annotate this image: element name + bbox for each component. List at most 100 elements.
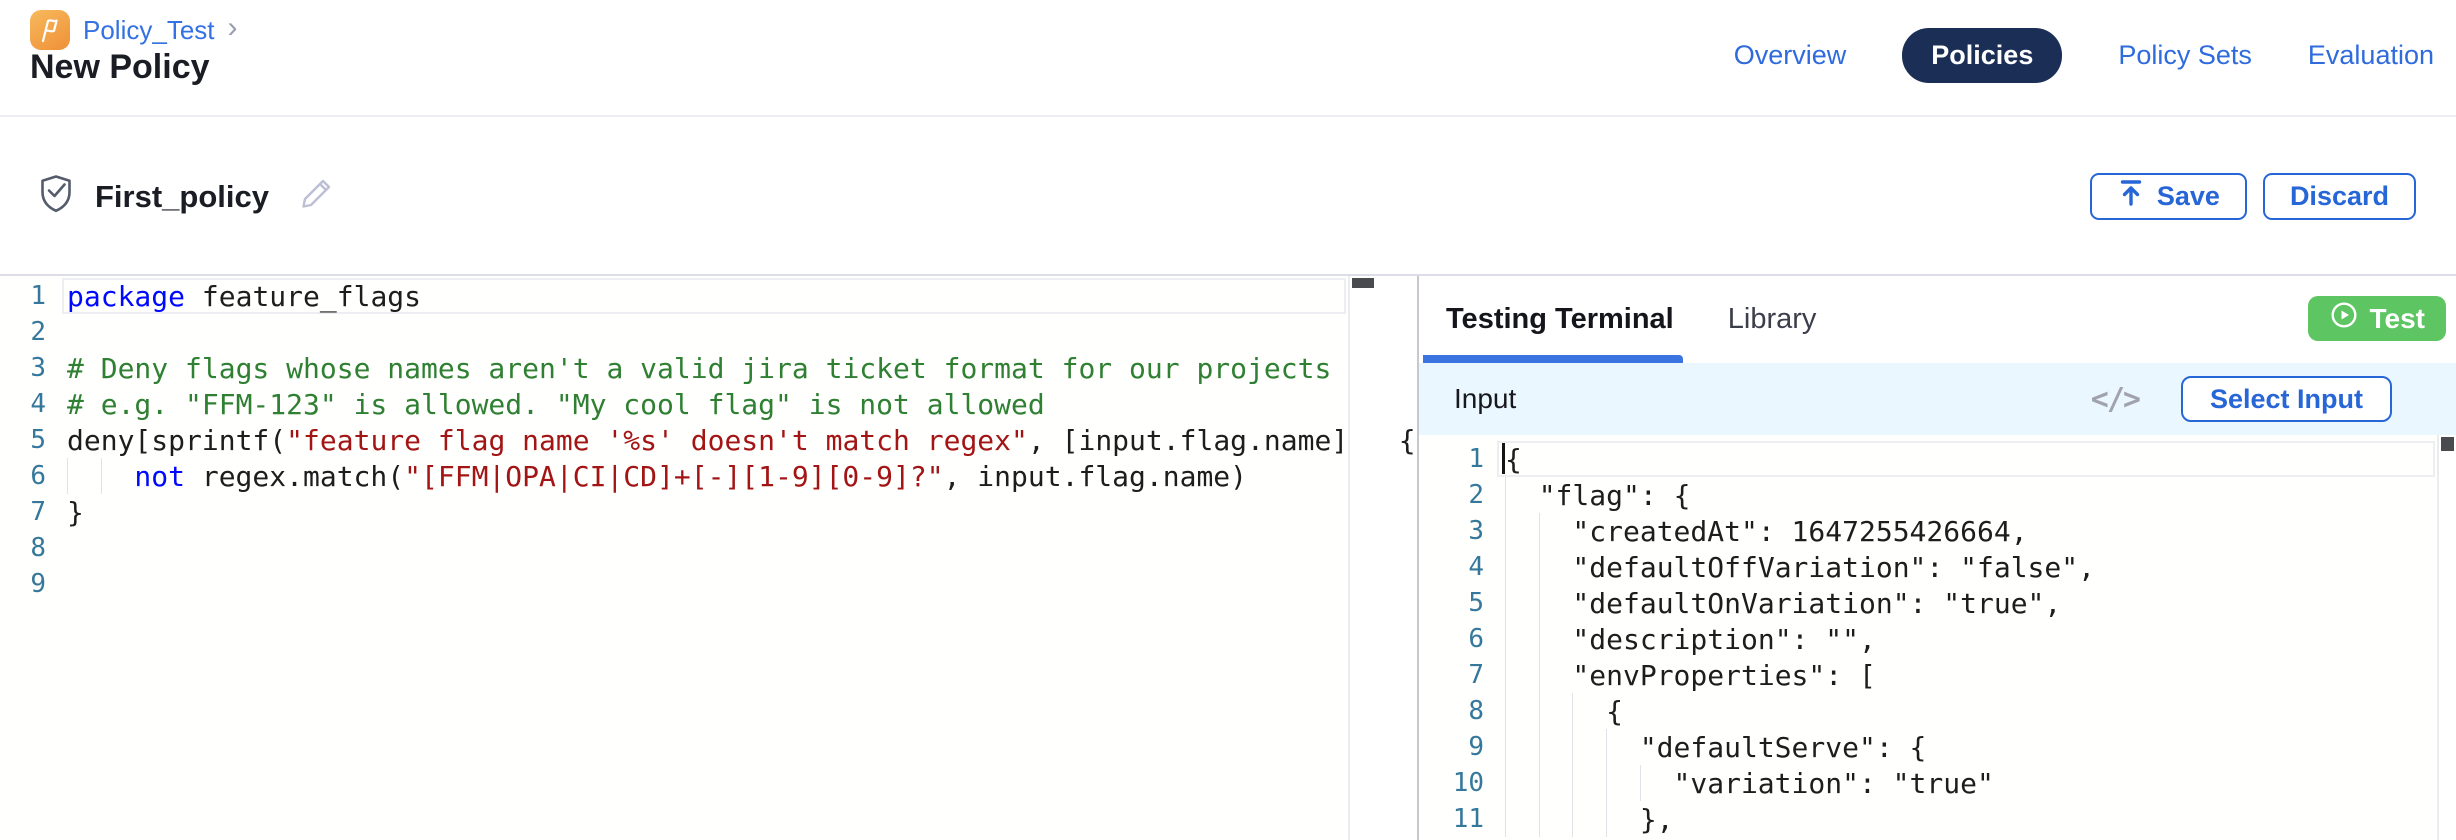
tab-overview[interactable]: Overview <box>1734 40 1847 71</box>
code-line[interactable]: 6 not regex.match("[FFM|OPA|CI|CD]+[-][1-… <box>0 458 1348 494</box>
breadcrumb: Policy_Test › <box>30 10 238 50</box>
line-number: 7 <box>1419 660 1484 690</box>
indent-guide <box>1505 621 1539 657</box>
code-token: }, <box>1640 803 1674 836</box>
line-content: { <box>1505 693 1623 729</box>
tab-policies[interactable]: Policies <box>1902 28 2062 83</box>
tab-library[interactable]: Library <box>1728 303 1817 336</box>
indent-guide <box>1505 585 1539 621</box>
code-token: "feature flag name '%s' doesn't match re… <box>286 424 1028 457</box>
policy-code-editor[interactable]: 1package feature_flags23# Deny flags who… <box>0 276 1376 840</box>
code-line[interactable]: 3 # Deny flags whose names aren't a valid… <box>0 350 1348 386</box>
code-line[interactable]: 3"createdAt": 1647255426664, <box>1419 513 2437 549</box>
breadcrumb-chevron-icon: › <box>228 13 238 47</box>
indent-guide <box>1572 801 1606 837</box>
indent-guide <box>1505 801 1539 837</box>
input-json-lines: 1{2 "flag": {3"createdAt": 1647255426664,… <box>1419 441 2437 837</box>
tab-evaluation[interactable]: Evaluation <box>2308 40 2434 71</box>
code-line[interactable]: 10"variation": "true" <box>1419 765 2437 801</box>
code-line[interactable]: 7} <box>0 494 1348 530</box>
code-token: "defaultOnVariation": "true", <box>1572 587 2061 620</box>
line-content: "flag": { <box>1505 477 1690 513</box>
indent-guide <box>1505 549 1539 585</box>
code-line[interactable]: 9 <box>0 566 1348 602</box>
workspace: 1package feature_flags23# Deny flags who… <box>0 274 2456 840</box>
input-editor-scrollbar[interactable] <box>2437 435 2456 840</box>
line-content: { <box>1505 441 1522 477</box>
line-content: "defaultOffVariation": "false", <box>1505 549 2095 585</box>
line-number: 5 <box>0 425 46 455</box>
line-content: # Deny flags whose names aren't a valid … <box>67 350 1331 386</box>
line-number: 2 <box>0 317 46 347</box>
code-line[interactable]: 8{ <box>1419 693 2437 729</box>
line-number: 6 <box>0 461 46 491</box>
indent-guide <box>67 458 101 494</box>
page-title: New Policy <box>30 48 210 87</box>
input-section-title: Input <box>1454 383 1516 415</box>
test-button[interactable]: Test <box>2308 296 2447 341</box>
text-cursor <box>1502 443 1505 474</box>
line-content: }, <box>1505 801 1674 837</box>
discard-button-label: Discard <box>2290 181 2389 212</box>
select-input-button[interactable]: Select Input <box>2181 376 2392 422</box>
input-editor-scrollbar-thumb[interactable] <box>2441 437 2454 451</box>
input-section-controls: </> Select Input <box>2091 376 2392 422</box>
policy-editor-scrollbar-thumb[interactable] <box>1352 278 1374 288</box>
indent-guide <box>1539 801 1573 837</box>
code-line[interactable]: 8 <box>0 530 1348 566</box>
code-token: package <box>67 280 185 313</box>
code-line[interactable]: 6 "description": "", <box>1419 621 2437 657</box>
tab-policy-sets[interactable]: Policy Sets <box>2118 40 2252 71</box>
page-header: Policy_Test › New Policy Overview Polici… <box>0 0 2456 117</box>
header-nav: Overview Policies Policy Sets Evaluation <box>1734 28 2434 83</box>
line-content: "description": "", <box>1505 621 1876 657</box>
code-token: { <box>1606 695 1623 728</box>
code-token: "defaultServe": { <box>1640 731 1927 764</box>
line-number: 2 <box>1419 480 1484 510</box>
line-content: # e.g. "FFM-123" is allowed. "My cool fl… <box>67 386 1045 422</box>
code-line[interactable]: 5 "defaultOnVariation": "true", <box>1419 585 2437 621</box>
code-line[interactable]: 4# e.g. "FFM-123" is allowed. "My cool f… <box>0 386 1348 422</box>
line-number: 9 <box>1419 732 1484 762</box>
code-line[interactable]: 2 <box>0 314 1348 350</box>
breadcrumb-project-link[interactable]: Policy_Test <box>83 15 215 46</box>
discard-button[interactable]: Discard <box>2263 173 2416 220</box>
current-line-highlight <box>1497 441 2435 477</box>
code-line[interactable]: 2 "flag": { <box>1419 477 2437 513</box>
code-line[interactable]: 7"envProperties": [ <box>1419 657 2437 693</box>
indent-guide <box>1539 549 1573 585</box>
indent-guide <box>1539 657 1573 693</box>
input-json-editor[interactable]: 1{2 "flag": {3"createdAt": 1647255426664,… <box>1419 435 2456 840</box>
code-brackets-icon[interactable]: </> <box>2091 382 2139 417</box>
line-number: 9 <box>0 569 46 599</box>
policy-name: First_policy <box>95 179 269 215</box>
line-content: not regex.match("[FFM|OPA|CI|CD]+[-][1-9… <box>67 458 1247 494</box>
line-number: 1 <box>0 281 46 311</box>
code-line[interactable]: 1package feature_flags <box>0 278 1348 314</box>
policy-editor-scrollbar[interactable] <box>1348 276 1376 840</box>
line-number: 3 <box>1419 516 1484 546</box>
indent-guide <box>1539 621 1573 657</box>
line-content: } <box>67 494 84 530</box>
testing-panel-tabs: Testing Terminal Library Test <box>1419 276 2456 363</box>
line-number: 5 <box>1419 588 1484 618</box>
save-button[interactable]: Save <box>2090 173 2247 220</box>
code-line[interactable]: 1{ <box>1419 441 2437 477</box>
shield-check-icon <box>36 173 76 220</box>
code-line[interactable]: 11}, <box>1419 801 2437 837</box>
indent-guide <box>1539 693 1573 729</box>
code-line[interactable]: 5deny[sprintf("feature flag name '%s' do… <box>0 422 1348 458</box>
line-number: 6 <box>1419 624 1484 654</box>
tab-testing-terminal[interactable]: Testing Terminal <box>1446 303 1674 336</box>
edit-pencil-icon[interactable] <box>296 174 336 219</box>
line-number: 7 <box>0 497 46 527</box>
indent-guide <box>1505 513 1539 549</box>
policy-toolbar: First_policy Save Discard <box>0 119 2456 274</box>
code-line[interactable]: 9 "defaultServe": { <box>1419 729 2437 765</box>
indent-guide <box>1640 765 1674 801</box>
code-line[interactable]: 4"defaultOffVariation": "false", <box>1419 549 2437 585</box>
indent-guide <box>101 458 135 494</box>
line-number: 3 <box>0 353 46 383</box>
indent-guide <box>1572 693 1606 729</box>
code-token: "variation": "true" <box>1674 767 1994 800</box>
